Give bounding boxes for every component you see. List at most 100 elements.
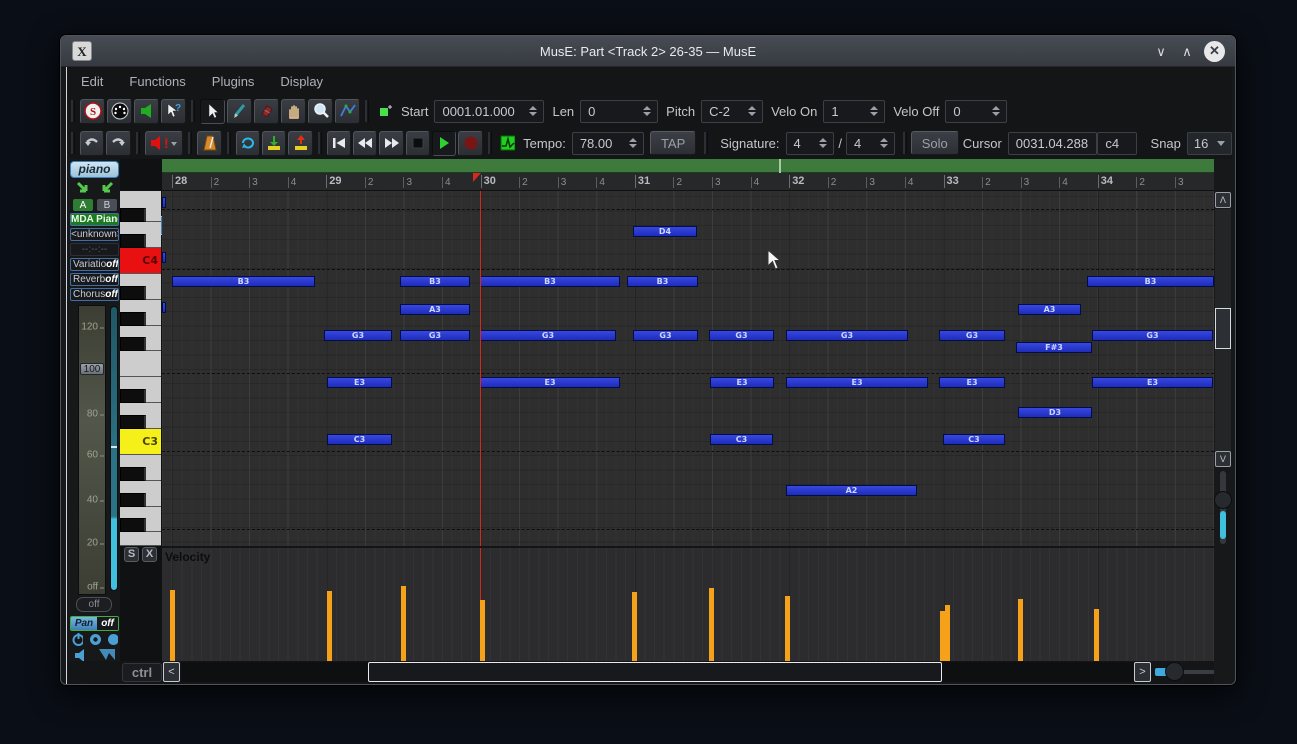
punch-in-button[interactable]: [262, 131, 286, 156]
velocity-stem[interactable]: [632, 592, 637, 661]
piano-white-key[interactable]: C3: [120, 429, 161, 455]
toolbar-grip[interactable]: [191, 100, 195, 122]
note-B3[interactable]: B3: [1087, 276, 1214, 287]
toolbar-grip[interactable]: [188, 132, 192, 154]
play-button[interactable]: [432, 131, 456, 156]
note-fragment[interactable]: [162, 252, 166, 263]
note-E3[interactable]: E3: [786, 377, 928, 388]
menu-display[interactable]: Display: [280, 74, 323, 89]
patch-button[interactable]: MDA Piano: [70, 213, 119, 226]
record-arm-icon[interactable]: [89, 633, 100, 646]
volume-off-button[interactable]: off: [76, 597, 112, 612]
note-C3[interactable]: C3: [943, 434, 1005, 445]
scroll-up-button[interactable]: ᐱ: [1215, 192, 1231, 208]
len-spinner[interactable]: [641, 106, 653, 116]
timeline-ruler[interactable]: 2823429234302343123432234332343423: [162, 173, 1214, 191]
velocity-stem[interactable]: [1018, 599, 1023, 661]
speaker-button[interactable]: [134, 99, 159, 124]
whats-this-button[interactable]: ?: [161, 99, 186, 124]
note-B3[interactable]: B3: [172, 276, 315, 287]
note-B3[interactable]: B3: [400, 276, 470, 287]
note-G3[interactable]: G3: [939, 330, 1005, 341]
maximize-button[interactable]: ∧: [1178, 44, 1196, 60]
note-F#3[interactable]: F#3: [1016, 342, 1092, 353]
toolbar-grip[interactable]: [71, 132, 75, 154]
note-G3[interactable]: G3: [633, 330, 698, 341]
velo-on-field[interactable]: 1: [823, 100, 885, 123]
menu-plugins[interactable]: Plugins: [212, 74, 255, 89]
track-name-tab[interactable]: piano: [70, 161, 119, 178]
note-B3[interactable]: B3: [627, 276, 698, 287]
piano-white-key[interactable]: [120, 351, 161, 377]
velocity-panel[interactable]: Velocity: [162, 546, 1214, 661]
piano-black-key[interactable]: [120, 493, 146, 507]
stop-button[interactable]: [406, 131, 430, 156]
scroll-left-button[interactable]: <: [163, 662, 180, 682]
velo-off-field[interactable]: 0: [945, 100, 1007, 123]
monitor-speaker-icon[interactable]: [74, 649, 88, 662]
pencil-tool-button[interactable]: [227, 99, 252, 124]
playhead-flag[interactable]: [473, 173, 481, 182]
record-button[interactable]: [458, 131, 482, 156]
velocity-stem[interactable]: [480, 600, 485, 661]
velocity-stem[interactable]: [785, 596, 790, 661]
note-canvas[interactable]: D4B3B3B3B3B3A3A3G3G3G3G3G3G3G3G3F#3E3E3E…: [162, 191, 1214, 546]
piano-black-key[interactable]: [120, 467, 146, 481]
toolbar-grip[interactable]: [136, 132, 140, 154]
note-E3[interactable]: E3: [480, 377, 620, 388]
layer-a-button[interactable]: A: [72, 198, 94, 212]
hscrollbar-thumb[interactable]: [368, 662, 942, 682]
piano-black-key[interactable]: [120, 415, 146, 429]
note-E3[interactable]: E3: [939, 377, 1005, 388]
note-G3[interactable]: G3: [786, 330, 908, 341]
forward-button[interactable]: [379, 131, 403, 156]
rewind-button[interactable]: [353, 131, 377, 156]
piano-black-key[interactable]: [120, 234, 146, 248]
note-G3[interactable]: G3: [1092, 330, 1213, 341]
note-G3[interactable]: G3: [324, 330, 392, 341]
draw-line-tool-button[interactable]: [335, 99, 360, 124]
power-icon[interactable]: [72, 633, 83, 646]
note-E3[interactable]: E3: [1092, 377, 1213, 388]
piano-white-key[interactable]: [120, 532, 161, 546]
vscrollbar-thumb[interactable]: [1215, 308, 1231, 349]
sig-num-spinner[interactable]: [817, 138, 829, 148]
variation-control[interactable]: Variatio off: [70, 258, 119, 271]
vzoom-knob[interactable]: [1214, 491, 1232, 509]
sig-den-spinner[interactable]: [878, 138, 890, 148]
tempo-spinner[interactable]: [627, 138, 639, 148]
reverb-control[interactable]: Reverb off: [70, 273, 119, 286]
note-A3[interactable]: A3: [400, 304, 470, 315]
piano-black-key[interactable]: [120, 389, 146, 403]
toolbar-grip[interactable]: [318, 132, 322, 154]
velo-off-spinner[interactable]: [990, 106, 1002, 116]
punch-out-button[interactable]: [288, 131, 312, 156]
panic-button[interactable]: !: [145, 131, 184, 156]
menu-edit[interactable]: Edit: [81, 74, 103, 89]
piano-black-key[interactable]: [120, 286, 146, 300]
midi-thru-icon[interactable]: [98, 648, 116, 662]
velocity-stem[interactable]: [1094, 609, 1099, 661]
solo-button[interactable]: Solo: [911, 131, 959, 155]
note-E3[interactable]: E3: [327, 377, 392, 388]
port-button[interactable]: <unknown>: [70, 228, 119, 241]
note-G3[interactable]: G3: [709, 330, 774, 341]
volume-slider[interactable]: [110, 306, 118, 591]
scroll-down-button[interactable]: ᐯ: [1215, 451, 1231, 467]
close-button[interactable]: ✕: [1204, 41, 1225, 62]
piano-white-key[interactable]: C4: [120, 248, 161, 274]
sig-den-field[interactable]: 4: [846, 132, 895, 155]
note-G3[interactable]: G3: [480, 330, 616, 341]
rewind-start-button[interactable]: [327, 131, 351, 156]
velocity-stem[interactable]: [945, 605, 950, 661]
toolbar-grip[interactable]: [227, 132, 231, 154]
start-field[interactable]: 0001.01.000: [434, 100, 544, 123]
midi-port-button[interactable]: [107, 99, 132, 124]
scroll-right-button[interactable]: >: [1134, 662, 1151, 682]
pan-tool-button[interactable]: [281, 99, 306, 124]
piano-black-key[interactable]: [120, 312, 146, 326]
undo-button[interactable]: [80, 131, 104, 156]
piano-black-key[interactable]: [120, 208, 146, 222]
piano-keyboard[interactable]: SXC4C3: [120, 159, 162, 685]
playhead-line[interactable]: [480, 191, 481, 546]
